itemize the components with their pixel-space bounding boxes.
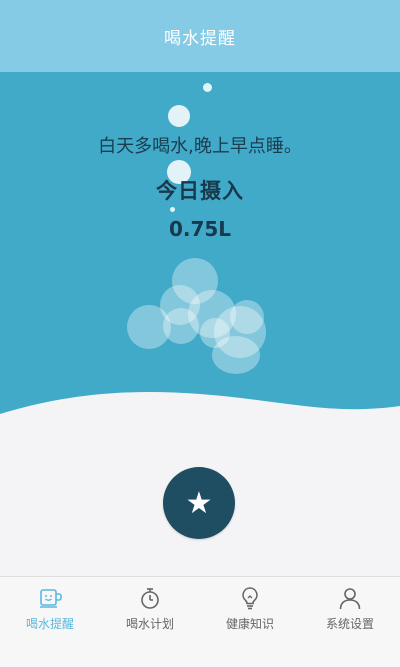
tab-drink-plan[interactable]: 喝水计划: [100, 577, 200, 667]
tab-label: 喝水计划: [125, 617, 174, 631]
intake-label: 今日摄入: [156, 179, 244, 203]
page-title: 喝水提醒: [164, 28, 236, 49]
cup-icon: [40, 589, 62, 608]
bubble: [170, 207, 175, 212]
tab-label: 系统设置: [325, 617, 374, 631]
user-icon: [339, 588, 361, 610]
intake-value: 0.75L: [168, 217, 232, 241]
tab-drink-reminder[interactable]: 喝水提醒: [0, 577, 100, 667]
title-bar: 喝水提醒: [0, 0, 400, 72]
wave-divider: [0, 392, 400, 456]
bubble: [203, 83, 212, 92]
bubble: [163, 308, 199, 344]
slogan-text: 白天多喝水,晚上早点睡。: [98, 136, 302, 157]
tab-label: 喝水提醒: [25, 617, 74, 631]
tab-label: 健康知识: [225, 617, 274, 631]
star-icon: ★: [185, 485, 213, 521]
bubble: [212, 336, 260, 374]
bubble: [230, 300, 264, 334]
favorite-button[interactable]: ★: [163, 467, 235, 539]
bottom-tab-bar: 喝水提醒 喝水计划 健康知识 系统设置: [0, 576, 400, 667]
tab-health-knowledge[interactable]: 健康知识: [200, 577, 300, 667]
bubble: [168, 105, 190, 127]
tab-system-settings[interactable]: 系统设置: [300, 577, 400, 667]
stopwatch-icon: [141, 588, 159, 609]
lightbulb-icon: [242, 587, 258, 610]
